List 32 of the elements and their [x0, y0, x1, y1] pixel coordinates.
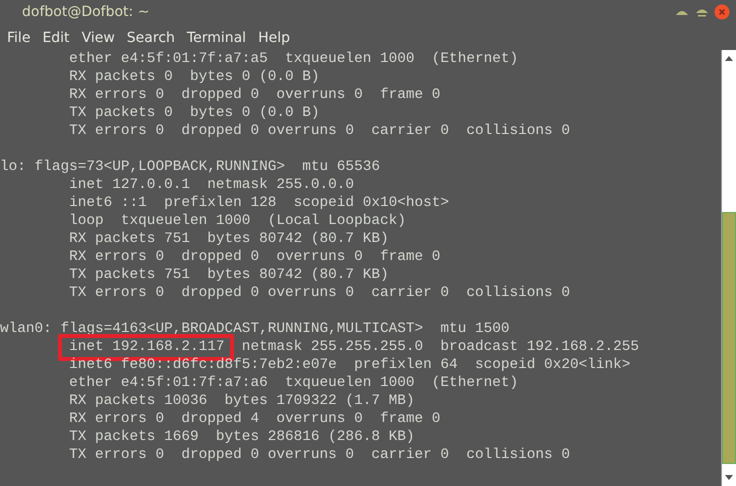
terminal-line: RX errors 0 dropped 4 overruns 0 frame 0 — [68, 410, 442, 428]
menu-item[interactable]: View — [76, 30, 121, 46]
menu-item[interactable]: Terminal — [180, 30, 252, 46]
menu-item[interactable]: File — [1, 30, 36, 46]
terminal-line: RX errors 0 dropped 0 overruns 0 frame 0 — [68, 248, 442, 266]
terminal-line: lo: flags=73<UP,LOOPBACK,RUNNING> mtu 65536 — [0, 158, 381, 176]
terminal-line: wlan0: flags=4163<UP,BROADCAST,RUNNING,MULTICAST> mtu 1500 — [0, 320, 511, 338]
terminal-line: TX errors 0 dropped 0 overruns 0 carrier 0 collisions 0 — [68, 284, 571, 302]
scrollbar[interactable] — [721, 50, 736, 486]
menu-item[interactable]: Help — [252, 30, 296, 46]
terminal-line: TX errors 0 dropped 0 overruns 0 carrier 0 collisions 0 — [68, 446, 571, 464]
terminal-line: ether e4:5f:01:7f:a7:a6 txqueuelen 1000 (Ethernet) — [68, 374, 520, 392]
terminal-line: RX packets 751 bytes 80742 (80.7 KB) — [68, 230, 390, 248]
terminal-line: ether e4:5f:01:7f:a7:a5 txqueuelen 1000 (Ethernet) — [68, 50, 520, 68]
terminal-line: inet 127.0.0.1 netmask 255.0.0.0 — [68, 176, 356, 194]
terminal-line: TX packets 1669 bytes 286816 (286.8 KB) — [68, 428, 416, 446]
scrollbar-thumb[interactable] — [722, 212, 736, 464]
terminal-line: inet6 ::1 prefixlen 128 scopeid 0x10<host> — [68, 194, 450, 212]
terminal-line: RX errors 0 dropped 0 overruns 0 frame 0 — [68, 86, 442, 104]
close-icon[interactable] — [714, 4, 730, 20]
terminal-line: loop txqueuelen 1000 (Local Loopback) — [68, 212, 407, 230]
terminal-line: inet6 fe80::d6fc:d8f5:7eb2:e07e prefixlen 64 scopeid 0x20<link> — [68, 356, 632, 374]
terminal-line: TX errors 0 dropped 0 overruns 0 carrier 0 collisions 0 — [68, 122, 571, 140]
menu-item[interactable]: Search — [120, 30, 181, 46]
window-title: dofbot@Dofbot: ~ — [22, 4, 150, 20]
menu-item[interactable]: Edit — [36, 30, 76, 46]
terminal-line: RX packets 10036 bytes 1709322 (1.7 MB) — [68, 392, 416, 410]
terminal-line: RX packets 0 bytes 0 (0.0 B) — [68, 68, 321, 86]
maximize-icon[interactable] — [694, 7, 710, 17]
terminal-line: inet 192.168.2.117 netmask 255.255.255.0 broadcast 192.168.2.255 — [0, 338, 721, 356]
terminal-line: TX packets 0 bytes 0 (0.0 B) — [68, 104, 321, 122]
terminal-line: TX packets 751 bytes 80742 (80.7 KB) — [68, 266, 390, 284]
